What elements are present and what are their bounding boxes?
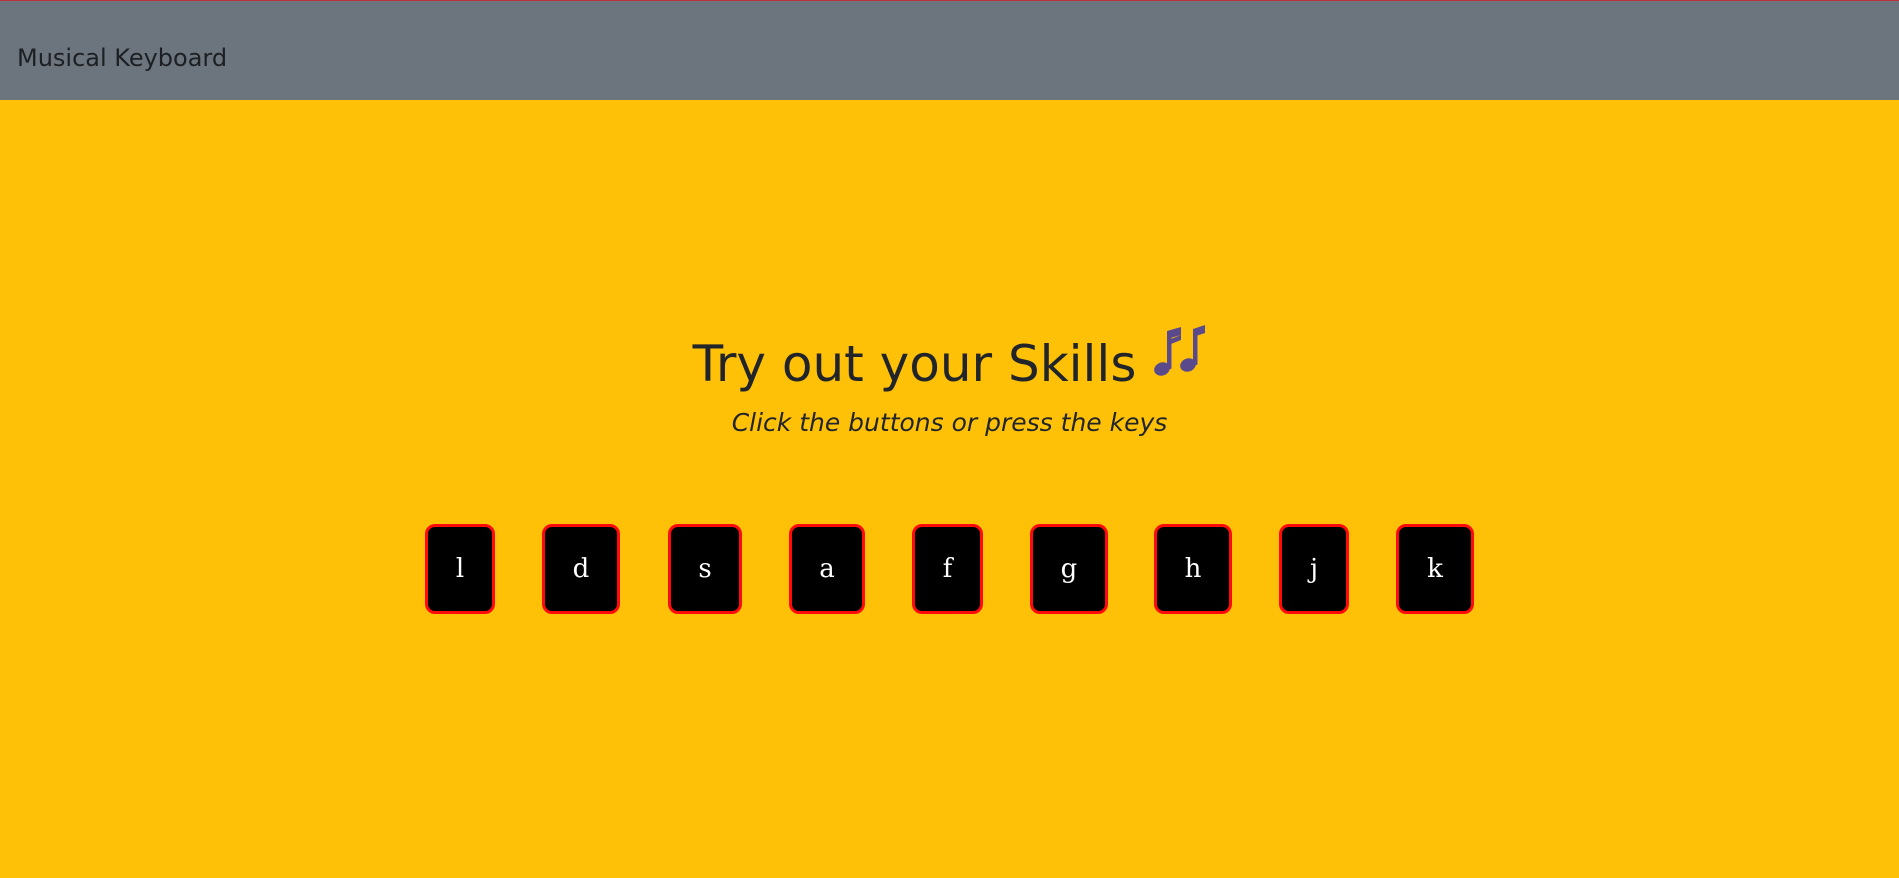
key-button-f[interactable]: f bbox=[912, 524, 983, 614]
key-button-k[interactable]: k bbox=[1396, 524, 1474, 614]
hero: Try out your Skills Click the buttons or… bbox=[0, 325, 1899, 440]
page-title: Try out your Skills bbox=[0, 325, 1899, 404]
page-subtitle: Click the buttons or press the keys bbox=[731, 408, 1168, 437]
key-button-j[interactable]: j bbox=[1279, 524, 1349, 614]
key-button-s[interactable]: s bbox=[668, 524, 742, 614]
navbar: Musical Keyboard bbox=[0, 1, 1899, 100]
navbar-brand[interactable]: Musical Keyboard bbox=[17, 42, 227, 74]
key-button-g[interactable]: g bbox=[1030, 524, 1108, 614]
key-button-h[interactable]: h bbox=[1154, 524, 1232, 614]
page-title-text: Try out your Skills bbox=[692, 335, 1137, 393]
key-button-a[interactable]: a bbox=[789, 524, 865, 614]
musical-notes-icon bbox=[1150, 325, 1206, 398]
keyboard: l d s a f g h j k bbox=[0, 524, 1899, 614]
key-button-d[interactable]: d bbox=[542, 524, 620, 614]
key-button-l[interactable]: l bbox=[425, 524, 495, 614]
